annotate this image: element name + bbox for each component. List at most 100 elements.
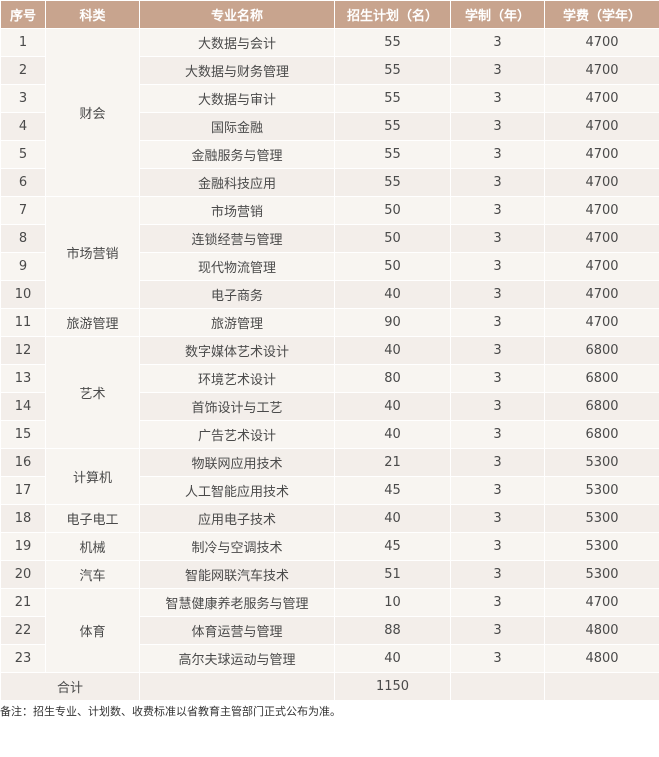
row-years: 3: [450, 84, 545, 113]
total-label: 合计: [0, 672, 140, 701]
row-fee: 4700: [544, 140, 659, 169]
row-index: 3: [0, 84, 46, 113]
row-major: 电子商务: [139, 280, 335, 309]
row-fee: 4800: [544, 616, 659, 645]
header-years: 学制（年）: [450, 0, 545, 29]
row-plan: 45: [334, 532, 451, 561]
row-index: 17: [0, 476, 46, 505]
row-major: 人工智能应用技术: [139, 476, 335, 505]
row-years: 3: [450, 364, 545, 393]
row-plan: 40: [334, 644, 451, 673]
row-index: 8: [0, 224, 46, 253]
table-row: 18 电子电工 应用电子技术 40 3 5300: [0, 504, 659, 533]
table-row: 12 艺术 数字媒体艺术设计 40 3 6800: [0, 336, 659, 449]
row-plan: 21: [334, 448, 451, 477]
row-index: 15: [0, 420, 46, 449]
row-major: 大数据与会计: [139, 28, 335, 57]
row-plan: 40: [334, 280, 451, 309]
row-plan: 10: [334, 588, 451, 617]
row-fee: 5300: [544, 532, 659, 561]
row-category: 机械: [45, 532, 140, 561]
row-major: 大数据与财务管理: [139, 56, 335, 85]
row-plan: 55: [334, 168, 451, 197]
row-major: 连锁经营与管理: [139, 224, 335, 253]
table-row: 7 市场营销 市场营销 50 3 4700: [0, 196, 659, 309]
row-fee: 4700: [544, 588, 659, 617]
row-major: 市场营销: [139, 196, 335, 225]
row-years: 3: [450, 252, 545, 281]
row-fee: 4700: [544, 112, 659, 141]
row-plan: 88: [334, 616, 451, 645]
row-index: 6: [0, 168, 46, 197]
row-major: 旅游管理: [139, 308, 335, 337]
row-fee: 5300: [544, 560, 659, 589]
row-years: 3: [450, 504, 545, 533]
total-plan: 1150: [334, 672, 451, 701]
row-fee: 5300: [544, 448, 659, 477]
row-index: 2: [0, 56, 46, 85]
table-row: 16 计算机 物联网应用技术 21 3 5300: [0, 448, 659, 505]
row-index: 9: [0, 252, 46, 281]
row-index: 21: [0, 588, 46, 617]
row-major: 金融科技应用: [139, 168, 335, 197]
table-row: 11 旅游管理 旅游管理 90 3 4700: [0, 308, 659, 337]
row-major: 大数据与审计: [139, 84, 335, 113]
row-years: 3: [450, 28, 545, 57]
row-years: 3: [450, 560, 545, 589]
row-category: 电子电工: [45, 504, 140, 533]
header-fee: 学费（学年）: [544, 0, 659, 29]
header-plan: 招生计划（名）: [334, 0, 451, 29]
row-plan: 40: [334, 336, 451, 365]
row-category: 旅游管理: [45, 308, 140, 337]
total-row: 合计 1150: [0, 672, 659, 701]
table-row: 1 财会 大数据与会计 55 3 4700: [0, 28, 659, 197]
row-index: 1: [0, 28, 46, 57]
row-major: 数字媒体艺术设计: [139, 336, 335, 365]
row-index: 13: [0, 364, 46, 393]
row-fee: 4800: [544, 644, 659, 673]
row-category: 体育: [45, 588, 140, 673]
row-fee: 4700: [544, 308, 659, 337]
row-years: 3: [450, 616, 545, 645]
row-plan: 55: [334, 56, 451, 85]
row-fee: 6800: [544, 420, 659, 449]
row-years: 3: [450, 112, 545, 141]
row-fee: 6800: [544, 336, 659, 365]
row-plan: 40: [334, 420, 451, 449]
total-blank-years: [450, 672, 545, 701]
footnote: 备注：招生专业、计划数、收费标准以省教育主管部门正式公布为准。: [0, 705, 341, 718]
row-major: 金融服务与管理: [139, 140, 335, 169]
row-years: 3: [450, 308, 545, 337]
row-years: 3: [450, 420, 545, 449]
table-header-row: 序号 科类 专业名称 招生计划（名） 学制（年） 学费（学年）: [0, 0, 659, 29]
row-index: 23: [0, 644, 46, 673]
row-index: 10: [0, 280, 46, 309]
row-years: 3: [450, 588, 545, 617]
row-years: 3: [450, 168, 545, 197]
row-years: 3: [450, 196, 545, 225]
row-major: 应用电子技术: [139, 504, 335, 533]
row-plan: 50: [334, 252, 451, 281]
row-years: 3: [450, 140, 545, 169]
row-years: 3: [450, 336, 545, 365]
table-row: 19 机械 制冷与空调技术 45 3 5300: [0, 532, 659, 561]
header-index: 序号: [0, 0, 46, 29]
row-major: 物联网应用技术: [139, 448, 335, 477]
row-plan: 50: [334, 224, 451, 253]
row-fee: 6800: [544, 392, 659, 421]
row-fee: 4700: [544, 84, 659, 113]
row-category: 财会: [45, 28, 140, 197]
row-plan: 55: [334, 84, 451, 113]
row-index: 5: [0, 140, 46, 169]
table-row: 21 体育 智慧健康养老服务与管理 10 3 4700: [0, 588, 659, 673]
row-fee: 4700: [544, 168, 659, 197]
row-plan: 40: [334, 392, 451, 421]
row-major: 智慧健康养老服务与管理: [139, 588, 335, 617]
table-body: 1 财会 大数据与会计 55 3 4700 2 大数据与财务管理 55 3 4700 3 大数据与审计 5…: [0, 28, 659, 673]
row-plan: 45: [334, 476, 451, 505]
row-major: 制冷与空调技术: [139, 532, 335, 561]
row-major: 智能网联汽车技术: [139, 560, 335, 589]
row-major: 广告艺术设计: [139, 420, 335, 449]
row-fee: 5300: [544, 476, 659, 505]
row-category: 市场营销: [45, 196, 140, 309]
